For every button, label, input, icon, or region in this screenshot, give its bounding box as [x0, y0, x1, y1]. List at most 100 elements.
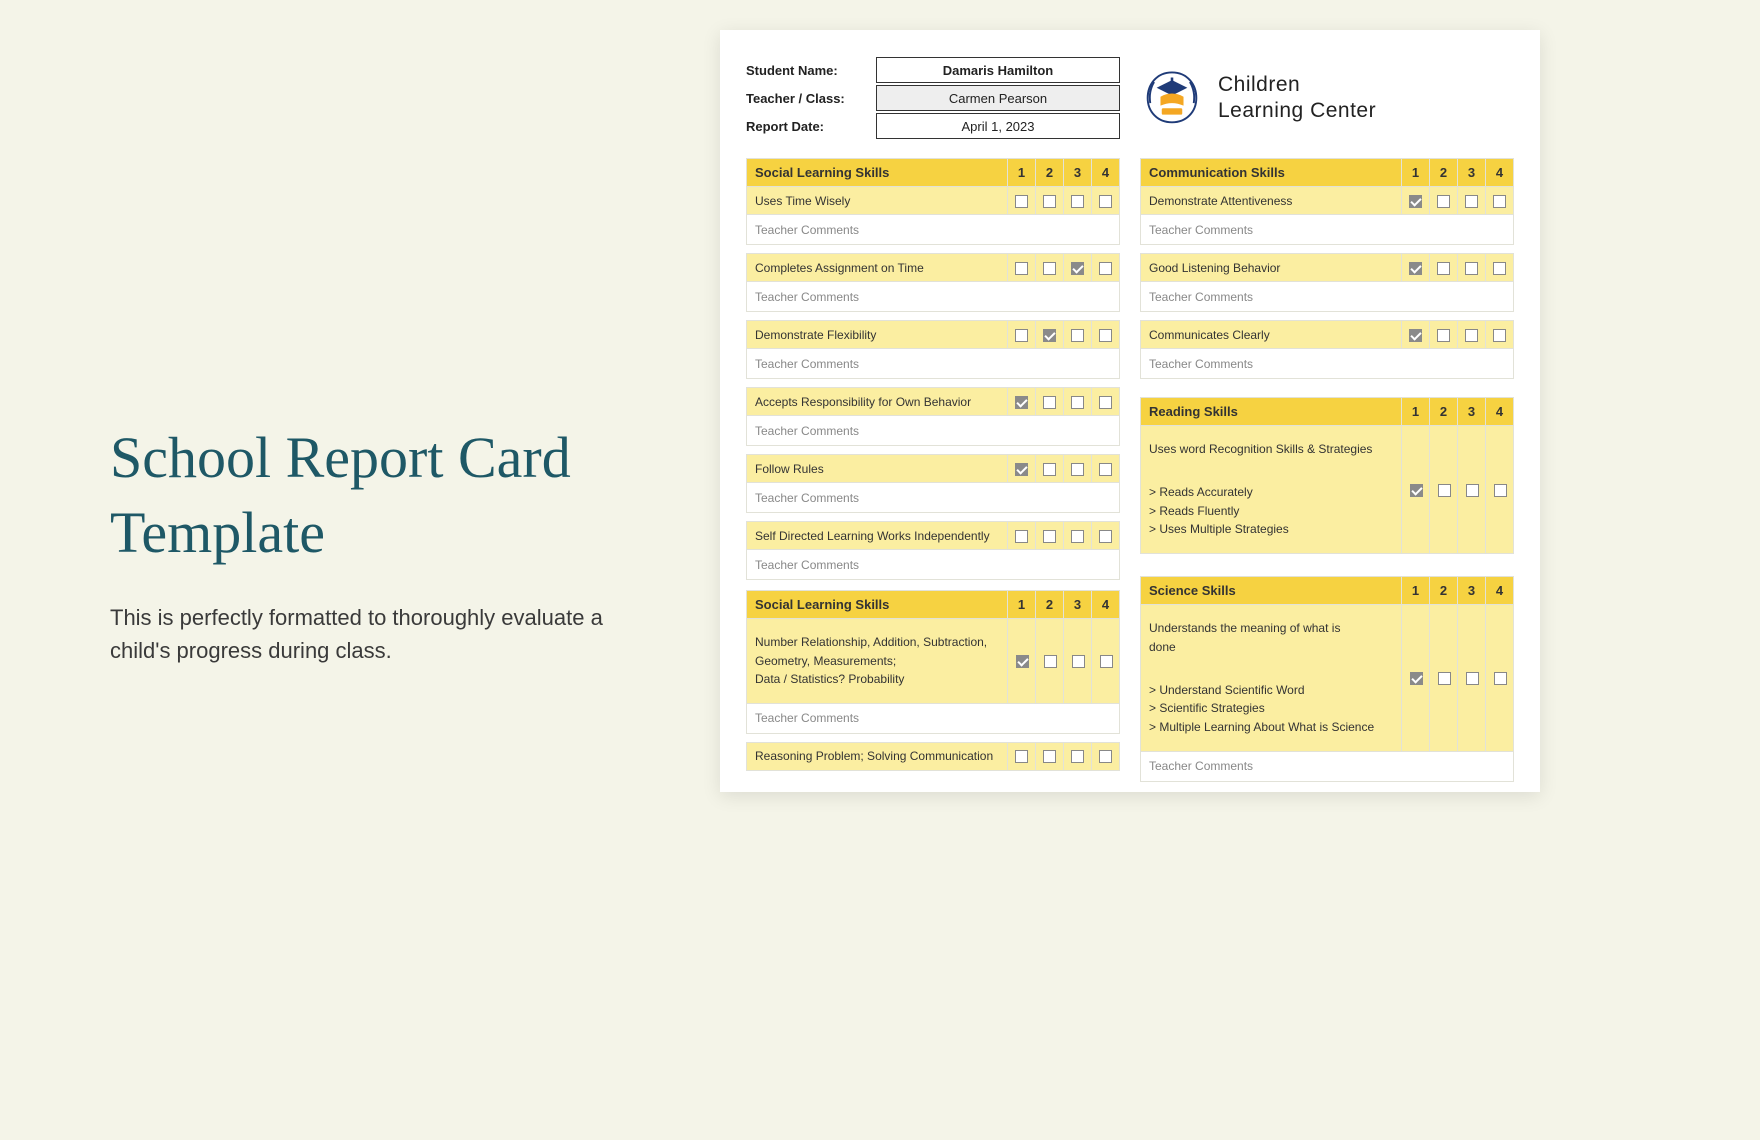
rating-checkbox-1[interactable]: [1410, 484, 1423, 497]
comment-row[interactable]: Teacher Comments: [747, 349, 1120, 379]
rating-checkbox-3[interactable]: [1072, 655, 1085, 668]
skill-label: Accepts Responsibility for Own Behavior: [747, 388, 1008, 416]
rating-checkbox-3[interactable]: [1466, 672, 1479, 685]
comment-row[interactable]: Teacher Comments: [747, 703, 1120, 733]
rating-checkbox-4[interactable]: [1100, 655, 1113, 668]
teacher-class-field[interactable]: Carmen Pearson: [876, 85, 1120, 111]
skills-section: Communicates Clearly Teacher Comments: [1140, 320, 1514, 379]
rating-checkbox-3[interactable]: [1071, 750, 1084, 763]
comment-row[interactable]: Teacher Comments: [1141, 282, 1514, 312]
rating-checkbox-4[interactable]: [1099, 396, 1112, 409]
rating-checkbox-1[interactable]: [1015, 262, 1028, 275]
rating-checkbox-3[interactable]: [1466, 484, 1479, 497]
teacher-comments-field[interactable]: Teacher Comments: [747, 703, 1120, 733]
teacher-comments-field[interactable]: Teacher Comments: [747, 483, 1120, 513]
rating-checkbox-2[interactable]: [1043, 530, 1056, 543]
report-date-field[interactable]: April 1, 2023: [876, 113, 1120, 139]
rating-checkbox-3[interactable]: [1465, 262, 1478, 275]
comment-row[interactable]: Teacher Comments: [1141, 215, 1514, 245]
skill-row: Good Listening Behavior: [1141, 254, 1514, 282]
skill-row: Self Directed Learning Works Independent…: [747, 522, 1120, 550]
rating-checkbox-3[interactable]: [1071, 262, 1084, 275]
rating-checkbox-4[interactable]: [1099, 750, 1112, 763]
comment-row[interactable]: Teacher Comments: [747, 215, 1120, 245]
skill-label: Completes Assignment on Time: [747, 254, 1008, 282]
section-title: Social Learning Skills: [747, 159, 1008, 187]
rating-checkbox-2[interactable]: [1437, 195, 1450, 208]
teacher-comments-field[interactable]: Teacher Comments: [747, 349, 1120, 379]
col-2: 2: [1036, 159, 1064, 187]
rating-checkbox-2[interactable]: [1438, 672, 1451, 685]
rating-checkbox-4[interactable]: [1099, 262, 1112, 275]
skill-label: Uses word Recognition Skills & Strategie…: [1141, 426, 1402, 554]
teacher-comments-field[interactable]: Teacher Comments: [747, 550, 1120, 580]
rating-checkbox-4[interactable]: [1099, 195, 1112, 208]
rating-checkbox-4[interactable]: [1099, 463, 1112, 476]
rating-checkbox-3[interactable]: [1071, 329, 1084, 342]
skill-row: Demonstrate Attentiveness: [1141, 187, 1514, 215]
rating-checkbox-3[interactable]: [1071, 396, 1084, 409]
rating-checkbox-2[interactable]: [1043, 463, 1056, 476]
rating-checkbox-1[interactable]: [1015, 396, 1028, 409]
rating-checkbox-2[interactable]: [1043, 750, 1056, 763]
rating-checkbox-2[interactable]: [1043, 262, 1056, 275]
rating-checkbox-3[interactable]: [1071, 463, 1084, 476]
teacher-comments-field[interactable]: Teacher Comments: [1141, 751, 1514, 781]
rating-checkbox-3[interactable]: [1071, 530, 1084, 543]
rating-checkbox-2[interactable]: [1437, 262, 1450, 275]
rating-checkbox-1[interactable]: [1015, 530, 1028, 543]
rating-checkbox-2[interactable]: [1437, 329, 1450, 342]
skills-section: Social Learning Skills 1 2 3 4 Uses Time…: [746, 158, 1120, 245]
skills-section: Accepts Responsibility for Own Behavior …: [746, 387, 1120, 446]
school-name-line2: Learning Center: [1218, 98, 1376, 124]
col-4: 4: [1486, 159, 1514, 187]
rating-checkbox-4[interactable]: [1493, 262, 1506, 275]
comment-row[interactable]: Teacher Comments: [747, 550, 1120, 580]
rating-checkbox-1[interactable]: [1409, 195, 1422, 208]
rating-checkbox-2[interactable]: [1043, 329, 1056, 342]
comment-row[interactable]: Teacher Comments: [747, 483, 1120, 513]
rating-checkbox-4[interactable]: [1099, 530, 1112, 543]
rating-checkbox-1[interactable]: [1015, 463, 1028, 476]
rating-checkbox-1[interactable]: [1015, 329, 1028, 342]
skills-section: Good Listening Behavior Teacher Comments: [1140, 253, 1514, 312]
rating-checkbox-2[interactable]: [1043, 396, 1056, 409]
rating-checkbox-4[interactable]: [1099, 329, 1112, 342]
rating-checkbox-4[interactable]: [1493, 329, 1506, 342]
rating-checkbox-2[interactable]: [1438, 484, 1451, 497]
rating-checkbox-4[interactable]: [1494, 484, 1507, 497]
col-1: 1: [1402, 576, 1430, 604]
teacher-comments-field[interactable]: Teacher Comments: [747, 215, 1120, 245]
rating-checkbox-1[interactable]: [1409, 262, 1422, 275]
teacher-comments-field[interactable]: Teacher Comments: [1141, 349, 1514, 379]
rating-checkbox-3[interactable]: [1465, 329, 1478, 342]
rating-checkbox-1[interactable]: [1015, 750, 1028, 763]
comment-row[interactable]: Teacher Comments: [747, 282, 1120, 312]
comment-row[interactable]: Teacher Comments: [1141, 751, 1514, 781]
teacher-comments-field[interactable]: Teacher Comments: [1141, 282, 1514, 312]
student-name-field[interactable]: Damaris Hamilton: [876, 57, 1120, 83]
rating-checkbox-4[interactable]: [1493, 195, 1506, 208]
col-2: 2: [1036, 591, 1064, 619]
col-1: 1: [1008, 591, 1036, 619]
skills-section: Reading Skills 1 2 3 4 Uses word Recogni…: [1140, 397, 1514, 554]
comment-row[interactable]: Teacher Comments: [747, 416, 1120, 446]
comment-row[interactable]: Teacher Comments: [1141, 349, 1514, 379]
rating-checkbox-3[interactable]: [1071, 195, 1084, 208]
rating-checkbox-2[interactable]: [1043, 195, 1056, 208]
skill-label: Follow Rules: [747, 455, 1008, 483]
teacher-comments-field[interactable]: Teacher Comments: [1141, 215, 1514, 245]
rating-checkbox-4[interactable]: [1494, 672, 1507, 685]
rating-checkbox-1[interactable]: [1015, 195, 1028, 208]
rating-checkbox-1[interactable]: [1410, 672, 1423, 685]
rating-checkbox-1[interactable]: [1016, 655, 1029, 668]
rating-checkbox-2[interactable]: [1044, 655, 1057, 668]
col-4: 4: [1486, 576, 1514, 604]
teacher-comments-field[interactable]: Teacher Comments: [747, 282, 1120, 312]
teacher-class-label: Teacher / Class:: [746, 91, 876, 106]
teacher-comments-field[interactable]: Teacher Comments: [747, 416, 1120, 446]
rating-checkbox-3[interactable]: [1465, 195, 1478, 208]
skills-section: Reasoning Problem; Solving Communication: [746, 742, 1120, 771]
skill-row: Reasoning Problem; Solving Communication: [747, 742, 1120, 770]
rating-checkbox-1[interactable]: [1409, 329, 1422, 342]
